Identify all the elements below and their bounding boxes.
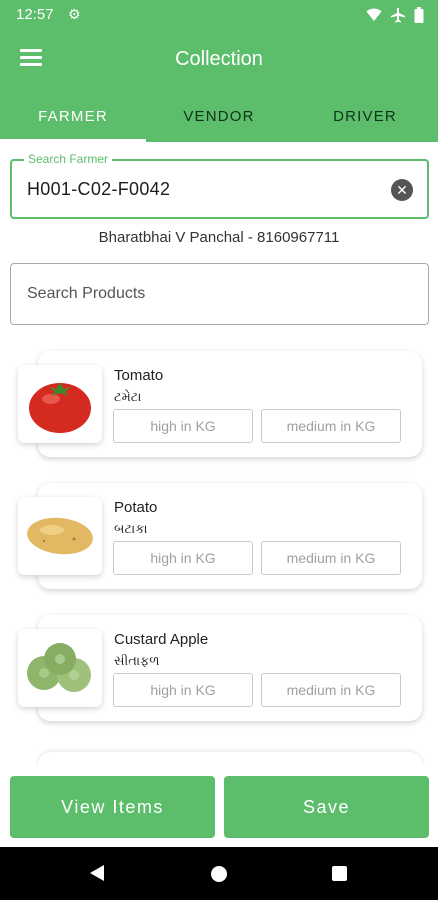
tomato-image: [18, 365, 102, 443]
search-farmer-field[interactable]: Search Farmer H001-C02-F0042 ✕: [10, 152, 429, 219]
clear-icon[interactable]: ✕: [391, 179, 413, 201]
product-card-potato: Potato બટાકા: [0, 483, 438, 595]
product-local-name: સીતાફળ: [114, 653, 160, 668]
product-name: Potato: [114, 499, 158, 516]
product-local-name: ટમેટા: [114, 389, 142, 404]
medium-kg-input[interactable]: [261, 541, 401, 575]
status-time: 12:57: [16, 6, 54, 23]
view-items-button[interactable]: View Items: [10, 776, 215, 838]
back-icon[interactable]: [90, 865, 104, 881]
potato-image: [18, 497, 102, 575]
search-products-input[interactable]: [10, 263, 429, 325]
product-card-custard-apple: Custard Apple સીતાફળ: [0, 615, 438, 727]
tab-vendor[interactable]: VENDOR: [146, 90, 292, 142]
airplane-icon: [391, 8, 405, 23]
search-farmer-value[interactable]: H001-C02-F0042: [27, 179, 170, 200]
status-bar: 12:57 ⚙: [0, 0, 438, 30]
product-local-name: બટાકા: [114, 521, 148, 536]
high-kg-input[interactable]: [113, 673, 253, 707]
settings-icon: ⚙: [68, 6, 81, 22]
custard-apple-image: [18, 629, 102, 707]
recent-apps-icon[interactable]: [332, 866, 347, 881]
medium-kg-input[interactable]: [261, 673, 401, 707]
high-kg-input[interactable]: [113, 541, 253, 575]
farmer-info: Bharatbhai V Panchal - 8160967711: [98, 229, 340, 246]
bottom-actions: View Items Save: [0, 765, 438, 847]
status-icons: [366, 7, 424, 23]
tab-bar: FARMER VENDOR DRIVER: [0, 90, 438, 142]
medium-kg-input[interactable]: [261, 409, 401, 443]
product-name: Custard Apple: [114, 631, 209, 648]
page-title: Collection: [175, 48, 263, 70]
tab-driver[interactable]: DRIVER: [292, 90, 438, 142]
battery-icon: [414, 7, 424, 23]
product-name: Tomato: [114, 367, 164, 384]
save-button[interactable]: Save: [224, 776, 429, 838]
high-kg-input[interactable]: [113, 409, 253, 443]
wifi-icon: [366, 8, 382, 21]
home-icon[interactable]: [211, 866, 227, 882]
system-nav-bar: [0, 847, 438, 900]
tab-farmer[interactable]: FARMER: [0, 90, 146, 142]
search-farmer-label: Search Farmer: [24, 152, 113, 166]
product-card-tomato: Tomato ટમેટા: [0, 351, 438, 463]
app-bar: Collection: [0, 30, 438, 90]
